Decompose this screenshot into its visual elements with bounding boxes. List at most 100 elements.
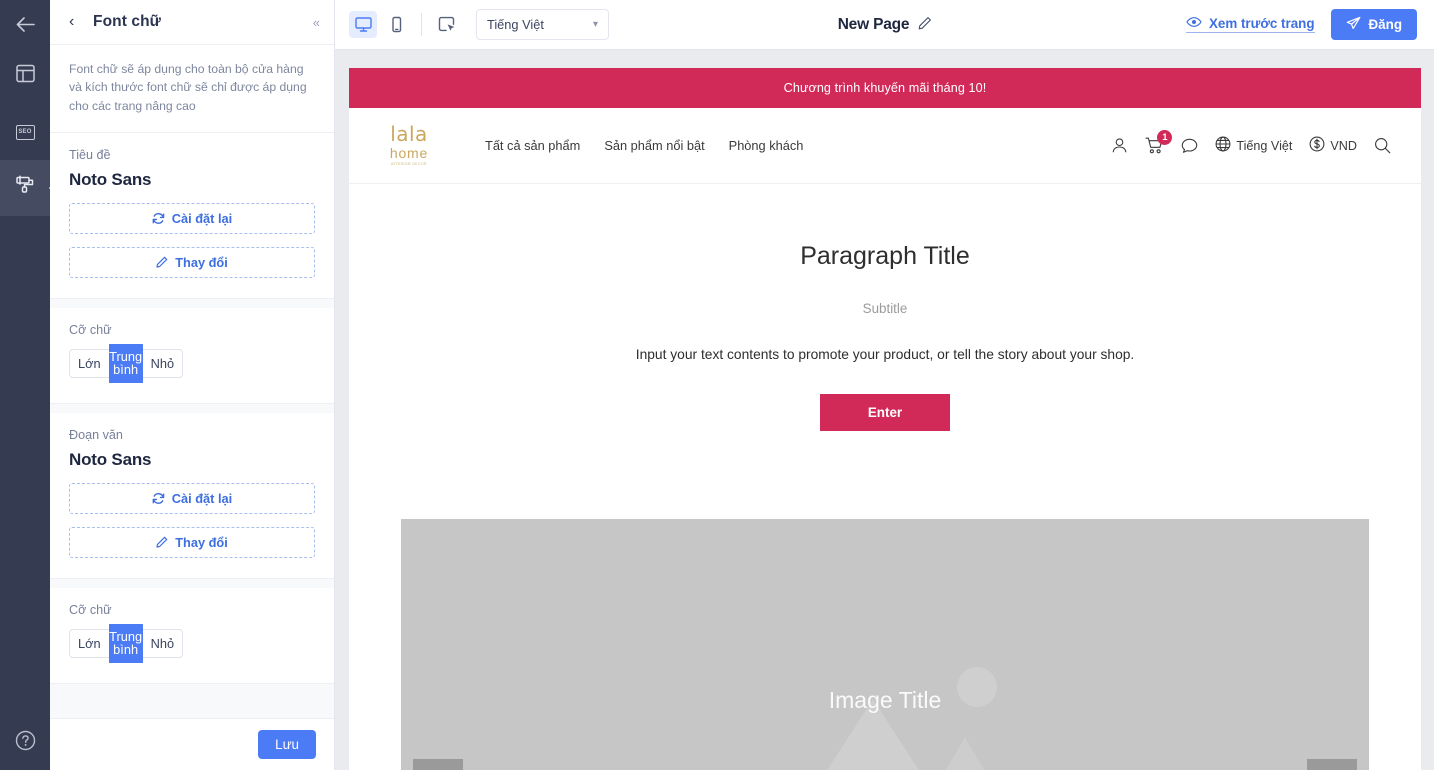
heading-font-label: Tiêu đề [69, 147, 111, 162]
cart-count-badge: 1 [1157, 130, 1173, 145]
language-label: Tiếng Việt [1236, 138, 1293, 153]
page-title: Font chữ [93, 13, 161, 30]
heading-font-reset-button[interactable]: Cài đặt lại [69, 202, 315, 234]
publish-button[interactable]: Đăng [1330, 9, 1417, 40]
sidebar-item-theme[interactable] [0, 160, 59, 216]
heading-size-control: Lớn Trung bình Nhỏ [69, 343, 315, 383]
pencil-edit-icon [156, 256, 168, 268]
app-root: SEO ‹ Font chữ « Font chữ sẽ áp dụng cho… [0, 0, 1434, 770]
heading-size-label: Cỡ chữ [69, 322, 112, 337]
mobile-phone-icon[interactable] [382, 11, 410, 38]
shopping-cart-icon[interactable]: 1 [1145, 130, 1173, 154]
preview-page-link[interactable]: Xem trước trang [1185, 16, 1315, 33]
nav-item-featured[interactable]: Sản phẩm nổi bật [604, 138, 704, 153]
paragraph-font-value: Noto Sans [69, 449, 152, 469]
heading-size-option-small[interactable]: Nhỏ [143, 350, 182, 377]
preview-canvas: Chương trình khuyến mãi tháng 10! lala h… [335, 50, 1434, 770]
heading-size-option-large[interactable]: Lớn [70, 350, 109, 377]
nav-item-living-room[interactable]: Phòng khách [729, 138, 804, 153]
seo-icon: SEO [15, 124, 35, 140]
section-gap [50, 578, 334, 588]
currency-label: VND [1330, 138, 1357, 153]
logo-line-1: lala [390, 122, 428, 147]
paragraph-font-label: Đoạn văn [69, 427, 123, 442]
panel-description: Font chữ sẽ áp dụng cho toàn bộ cửa hàng… [50, 45, 334, 133]
placeholder-control-left[interactable] [413, 759, 463, 770]
hero-cta-button[interactable]: Enter [819, 394, 951, 431]
chat-bubble-icon[interactable] [1181, 138, 1198, 154]
editor-page-title: New Page [837, 16, 910, 33]
hero-section: Paragraph Title Subtitle Input your text… [349, 184, 1421, 431]
paragraph-font-reset-label: Cài đặt lại [171, 490, 233, 506]
user-account-icon[interactable] [1111, 137, 1128, 154]
publish-label: Đăng [1368, 17, 1402, 32]
pencil-edit-icon [156, 536, 168, 548]
language-select[interactable]: Tiếng Việt ▾ [476, 9, 609, 40]
language-select-value: Tiếng Việt [487, 17, 544, 32]
editor-toolbar: Tiếng Việt ▾ New Page Xem trước trang Đă… [335, 0, 1434, 50]
paragraph-size-label: Cỡ chữ [69, 602, 112, 617]
section-gap [50, 298, 334, 308]
icon-rail: SEO [0, 0, 59, 770]
image-placeholder[interactable]: Image Title [401, 519, 1369, 770]
pencil-edit-icon[interactable] [918, 16, 932, 35]
paragraph-size-section: Cỡ chữ Lớn Trung bình Nhỏ [50, 587, 334, 684]
image-placeholder-title: Image Title [828, 687, 942, 713]
panel-body: Tiêu đề Noto Sans Cài đặt lại Thay đổi C… [50, 132, 334, 718]
heading-font-change-button[interactable]: Thay đổi [69, 246, 315, 278]
eye-icon [1186, 16, 1202, 31]
panel-collapse-button[interactable]: « [313, 15, 320, 30]
toolbar-actions: Xem trước trang Đăng [1185, 9, 1417, 40]
reset-icon [152, 492, 165, 505]
save-button[interactable]: Lưu [258, 730, 316, 759]
desktop-monitor-icon[interactable] [349, 11, 377, 38]
chevron-down-icon: ▾ [592, 19, 598, 30]
placeholder-mountain-small [907, 737, 1023, 770]
heading-font-value: Noto Sans [69, 169, 152, 189]
heading-size-option-medium[interactable]: Trung bình [108, 343, 143, 383]
sidebar-item-layout[interactable] [0, 48, 50, 104]
search-icon[interactable] [1374, 137, 1391, 154]
dollar-circle-icon [1309, 136, 1325, 155]
panel-back-button[interactable]: ‹ [69, 13, 85, 31]
nav-item-all-products[interactable]: Tất cả sản phẩm [485, 138, 580, 153]
heading-size-segmented: Lớn Trung bình Nhỏ [69, 343, 184, 383]
help-icon[interactable] [15, 730, 36, 756]
language-switcher[interactable]: Tiếng Việt [1215, 136, 1292, 155]
paragraph-size-option-large[interactable]: Lớn [70, 630, 109, 657]
heading-font-change-label: Thay đổi [175, 254, 228, 270]
site-nav: Tất cả sản phẩm Sản phẩm nổi bật Phòng k… [485, 138, 803, 153]
paper-plane-icon [1346, 16, 1361, 34]
sidebar-item-seo[interactable]: SEO [0, 104, 50, 160]
paragraph-font-section: Đoạn văn Noto Sans Cài đặt lại Thay đổi [50, 412, 334, 579]
section-gap [50, 403, 334, 413]
heading-size-section: Cỡ chữ Lớn Trung bình Nhỏ [50, 307, 334, 404]
paragraph-size-option-small[interactable]: Nhỏ [143, 630, 182, 657]
promo-banner: Chương trình khuyến mãi tháng 10! [349, 68, 1421, 108]
theme-paint-roller-icon [15, 175, 36, 201]
hero-body-text: Input your text contents to promote your… [635, 347, 1135, 362]
site-header-actions: 1 Tiếng Việt VND [1111, 130, 1391, 155]
back-arrow-icon[interactable] [0, 0, 50, 48]
site-preview: Chương trình khuyến mãi tháng 10! lala h… [349, 68, 1421, 770]
site-logo[interactable]: lala home INTERIOR DECOR [383, 124, 435, 167]
hero-title: Paragraph Title [800, 242, 970, 270]
main-area: Tiếng Việt ▾ New Page Xem trước trang Đă… [335, 0, 1434, 770]
paragraph-font-change-label: Thay đổi [175, 534, 228, 550]
element-select-icon[interactable] [433, 11, 461, 38]
paragraph-font-reset-button[interactable]: Cài đặt lại [69, 482, 315, 514]
panel-footer: Lưu [50, 718, 334, 770]
active-pointer [49, 178, 59, 198]
placeholder-control-right[interactable] [1307, 759, 1357, 770]
paragraph-size-control: Lớn Trung bình Nhỏ [69, 623, 315, 663]
logo-line-2: home [389, 145, 429, 162]
paragraph-font-change-button[interactable]: Thay đổi [69, 526, 315, 558]
reset-icon [152, 212, 165, 225]
preview-page-label: Xem trước trang [1208, 16, 1315, 31]
hero-subtitle: Subtitle [862, 301, 908, 316]
currency-switcher[interactable]: VND [1309, 136, 1357, 155]
paragraph-size-option-medium[interactable]: Trung bình [108, 623, 143, 663]
logo-line-3: INTERIOR DECOR [391, 162, 427, 167]
heading-font-reset-label: Cài đặt lại [171, 210, 233, 226]
toolbar-divider [421, 13, 422, 36]
